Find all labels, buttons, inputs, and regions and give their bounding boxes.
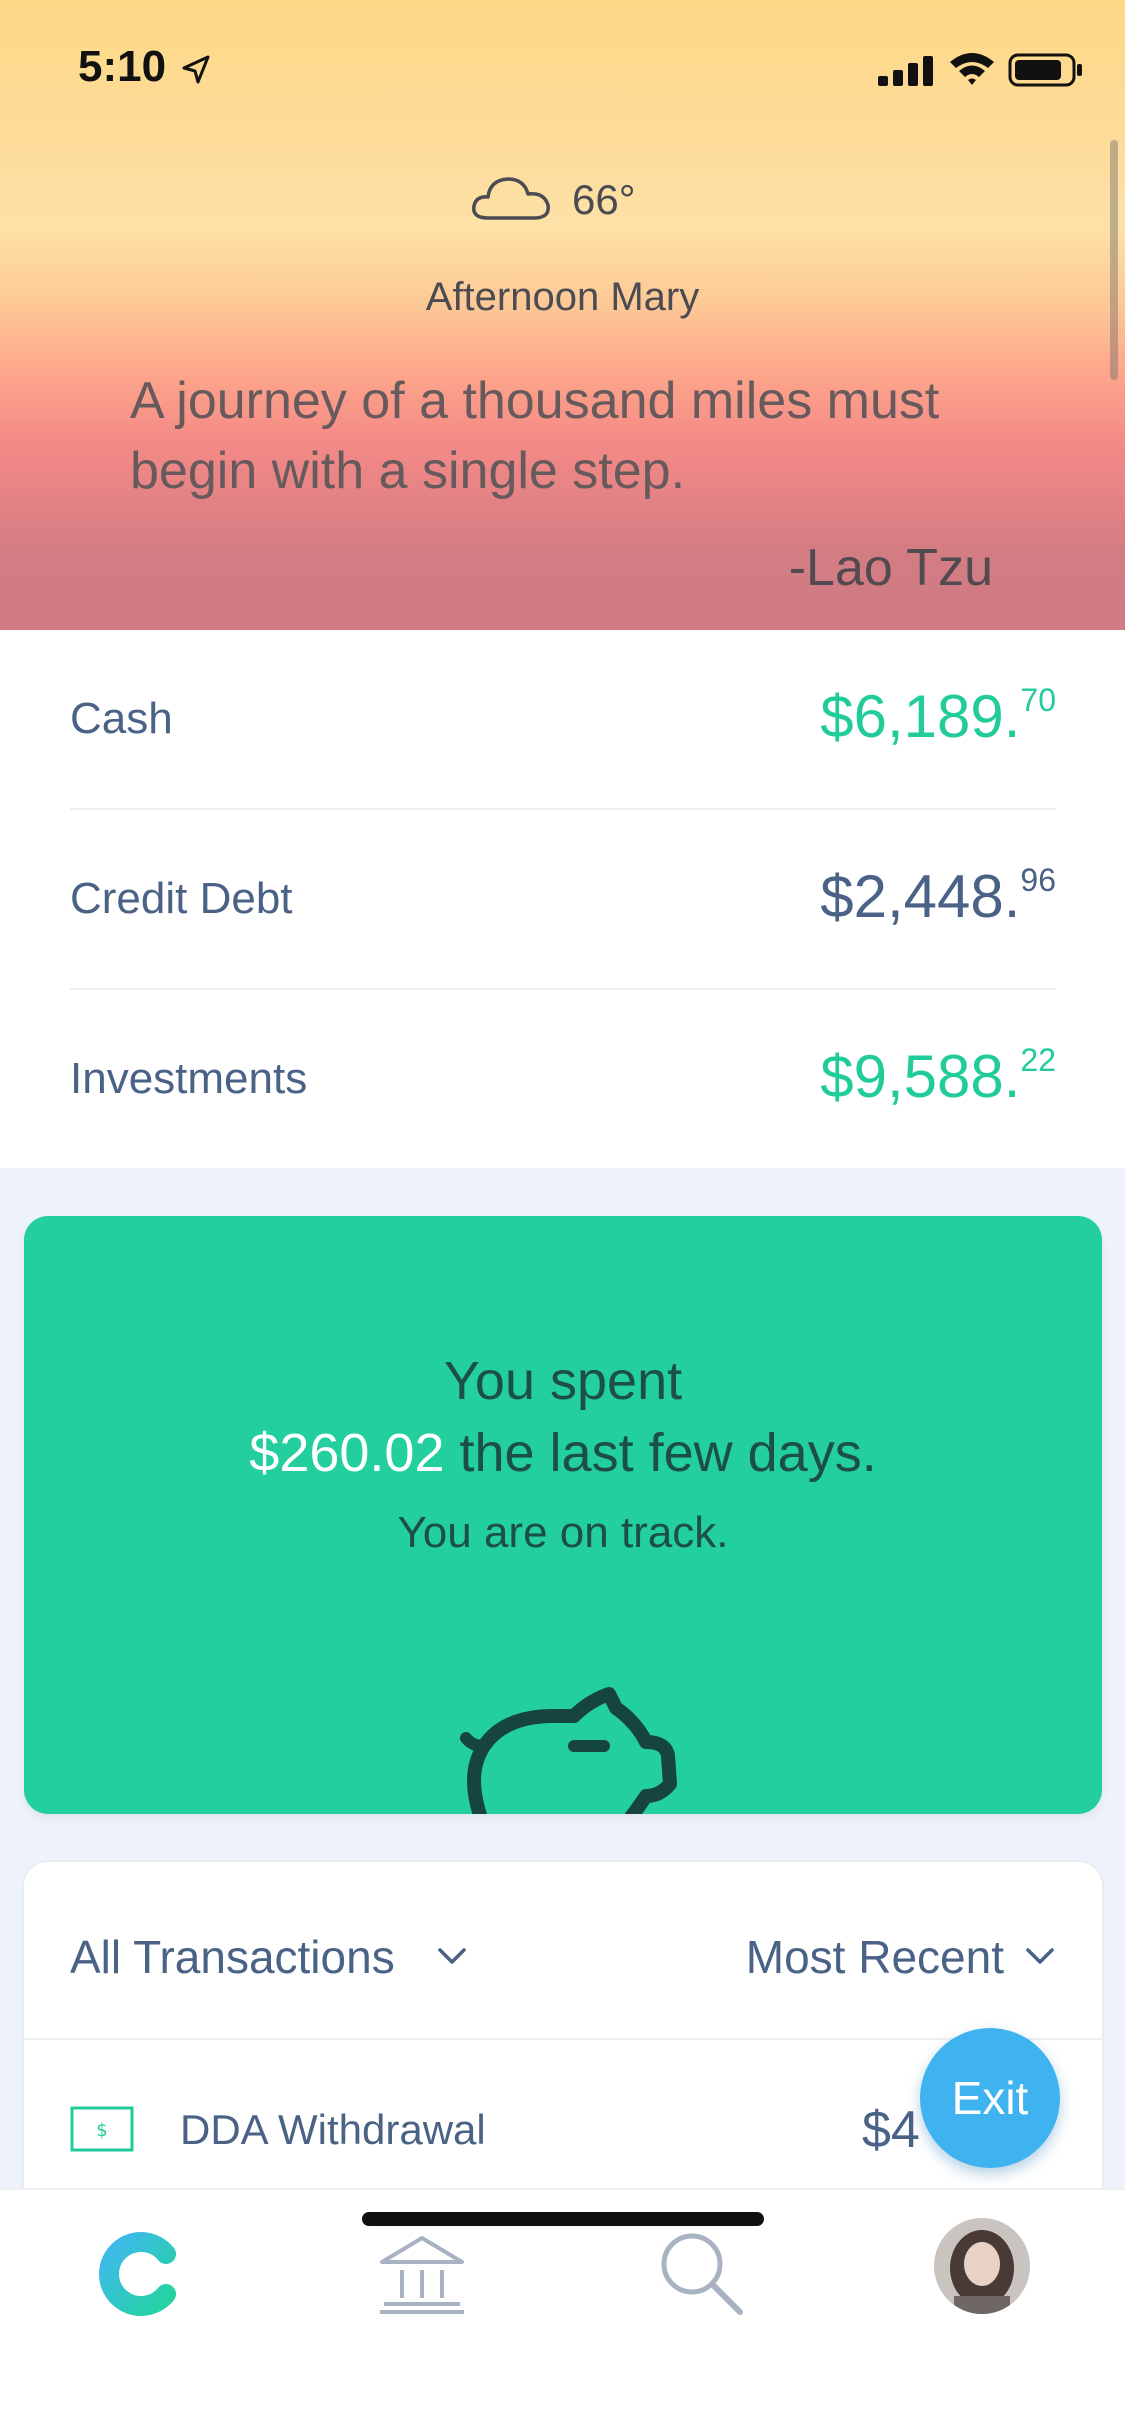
piggy-bank-icon (460, 1687, 677, 1814)
chevron-down-icon[interactable] (1024, 1944, 1056, 1968)
transaction-sort-dropdown[interactable]: Most Recent (746, 1930, 1004, 1984)
bank-icon[interactable] (372, 2224, 472, 2324)
exit-button[interactable]: Exit (920, 2028, 1060, 2168)
balance-row-cash[interactable]: Cash $6,189.70 (70, 630, 1056, 810)
search-icon[interactable] (652, 2224, 752, 2324)
balance-label: Investments (70, 1054, 308, 1103)
greeting: Afternoon Mary (425, 275, 700, 319)
profile-avatar[interactable] (934, 2218, 1030, 2314)
signal-icon (878, 56, 933, 86)
location-arrow-icon (182, 55, 210, 84)
temperature: 66° (572, 176, 636, 223)
spent-heading: You spent (443, 1351, 683, 1411)
svg-text:$: $ (96, 2120, 107, 2141)
daily-quote: A journey of a thousand miles must begin… (130, 372, 940, 500)
balance-amount: $2,448.96 (820, 862, 1056, 930)
spent-amount: $260.02 (249, 1423, 445, 1483)
chevron-down-icon[interactable] (436, 1944, 468, 1968)
balance-amount: $6,189.70 (820, 682, 1056, 750)
home-indicator (362, 2212, 764, 2226)
quote-author: -Lao Tzu (788, 539, 993, 597)
weather-widget: 66° (470, 172, 710, 232)
balance-label: Cash (70, 694, 173, 743)
balance-row-investments[interactable]: Investments $9,588.22 (70, 990, 1056, 1170)
transaction-filter-dropdown[interactable]: All Transactions (70, 1930, 395, 1984)
status-time: 5:10 (78, 42, 167, 91)
cash-icon: $ (70, 2106, 134, 2152)
balance-amount: $9,588.22 (820, 1042, 1056, 1110)
cloud-icon (472, 177, 550, 220)
home-logo-icon[interactable] (90, 2224, 190, 2324)
wifi-icon (950, 53, 994, 85)
balance-row-credit-debt[interactable]: Credit Debt $2,448.96 (70, 810, 1056, 990)
scroll-indicator[interactable] (1110, 140, 1118, 380)
spending-status: You are on track. (397, 1508, 729, 1557)
balances-section: Cash $6,189.70 Credit Debt $2,448.96 Inv… (0, 630, 1125, 1168)
spent-summary: $260.02 the last few days. (249, 1423, 877, 1483)
spending-summary-card[interactable]: You spent $260.02 the last few days. You… (24, 1216, 1102, 1814)
status-bar: 5:10 (0, 0, 1125, 135)
battery-icon (1008, 53, 1082, 87)
header-banner: 5:10 66° Afternoon Mary A journey of a t… (0, 0, 1125, 630)
balance-label: Credit Debt (70, 874, 293, 923)
transaction-name: DDA Withdrawal (180, 2106, 486, 2153)
transaction-amount: $4 (862, 2101, 920, 2159)
